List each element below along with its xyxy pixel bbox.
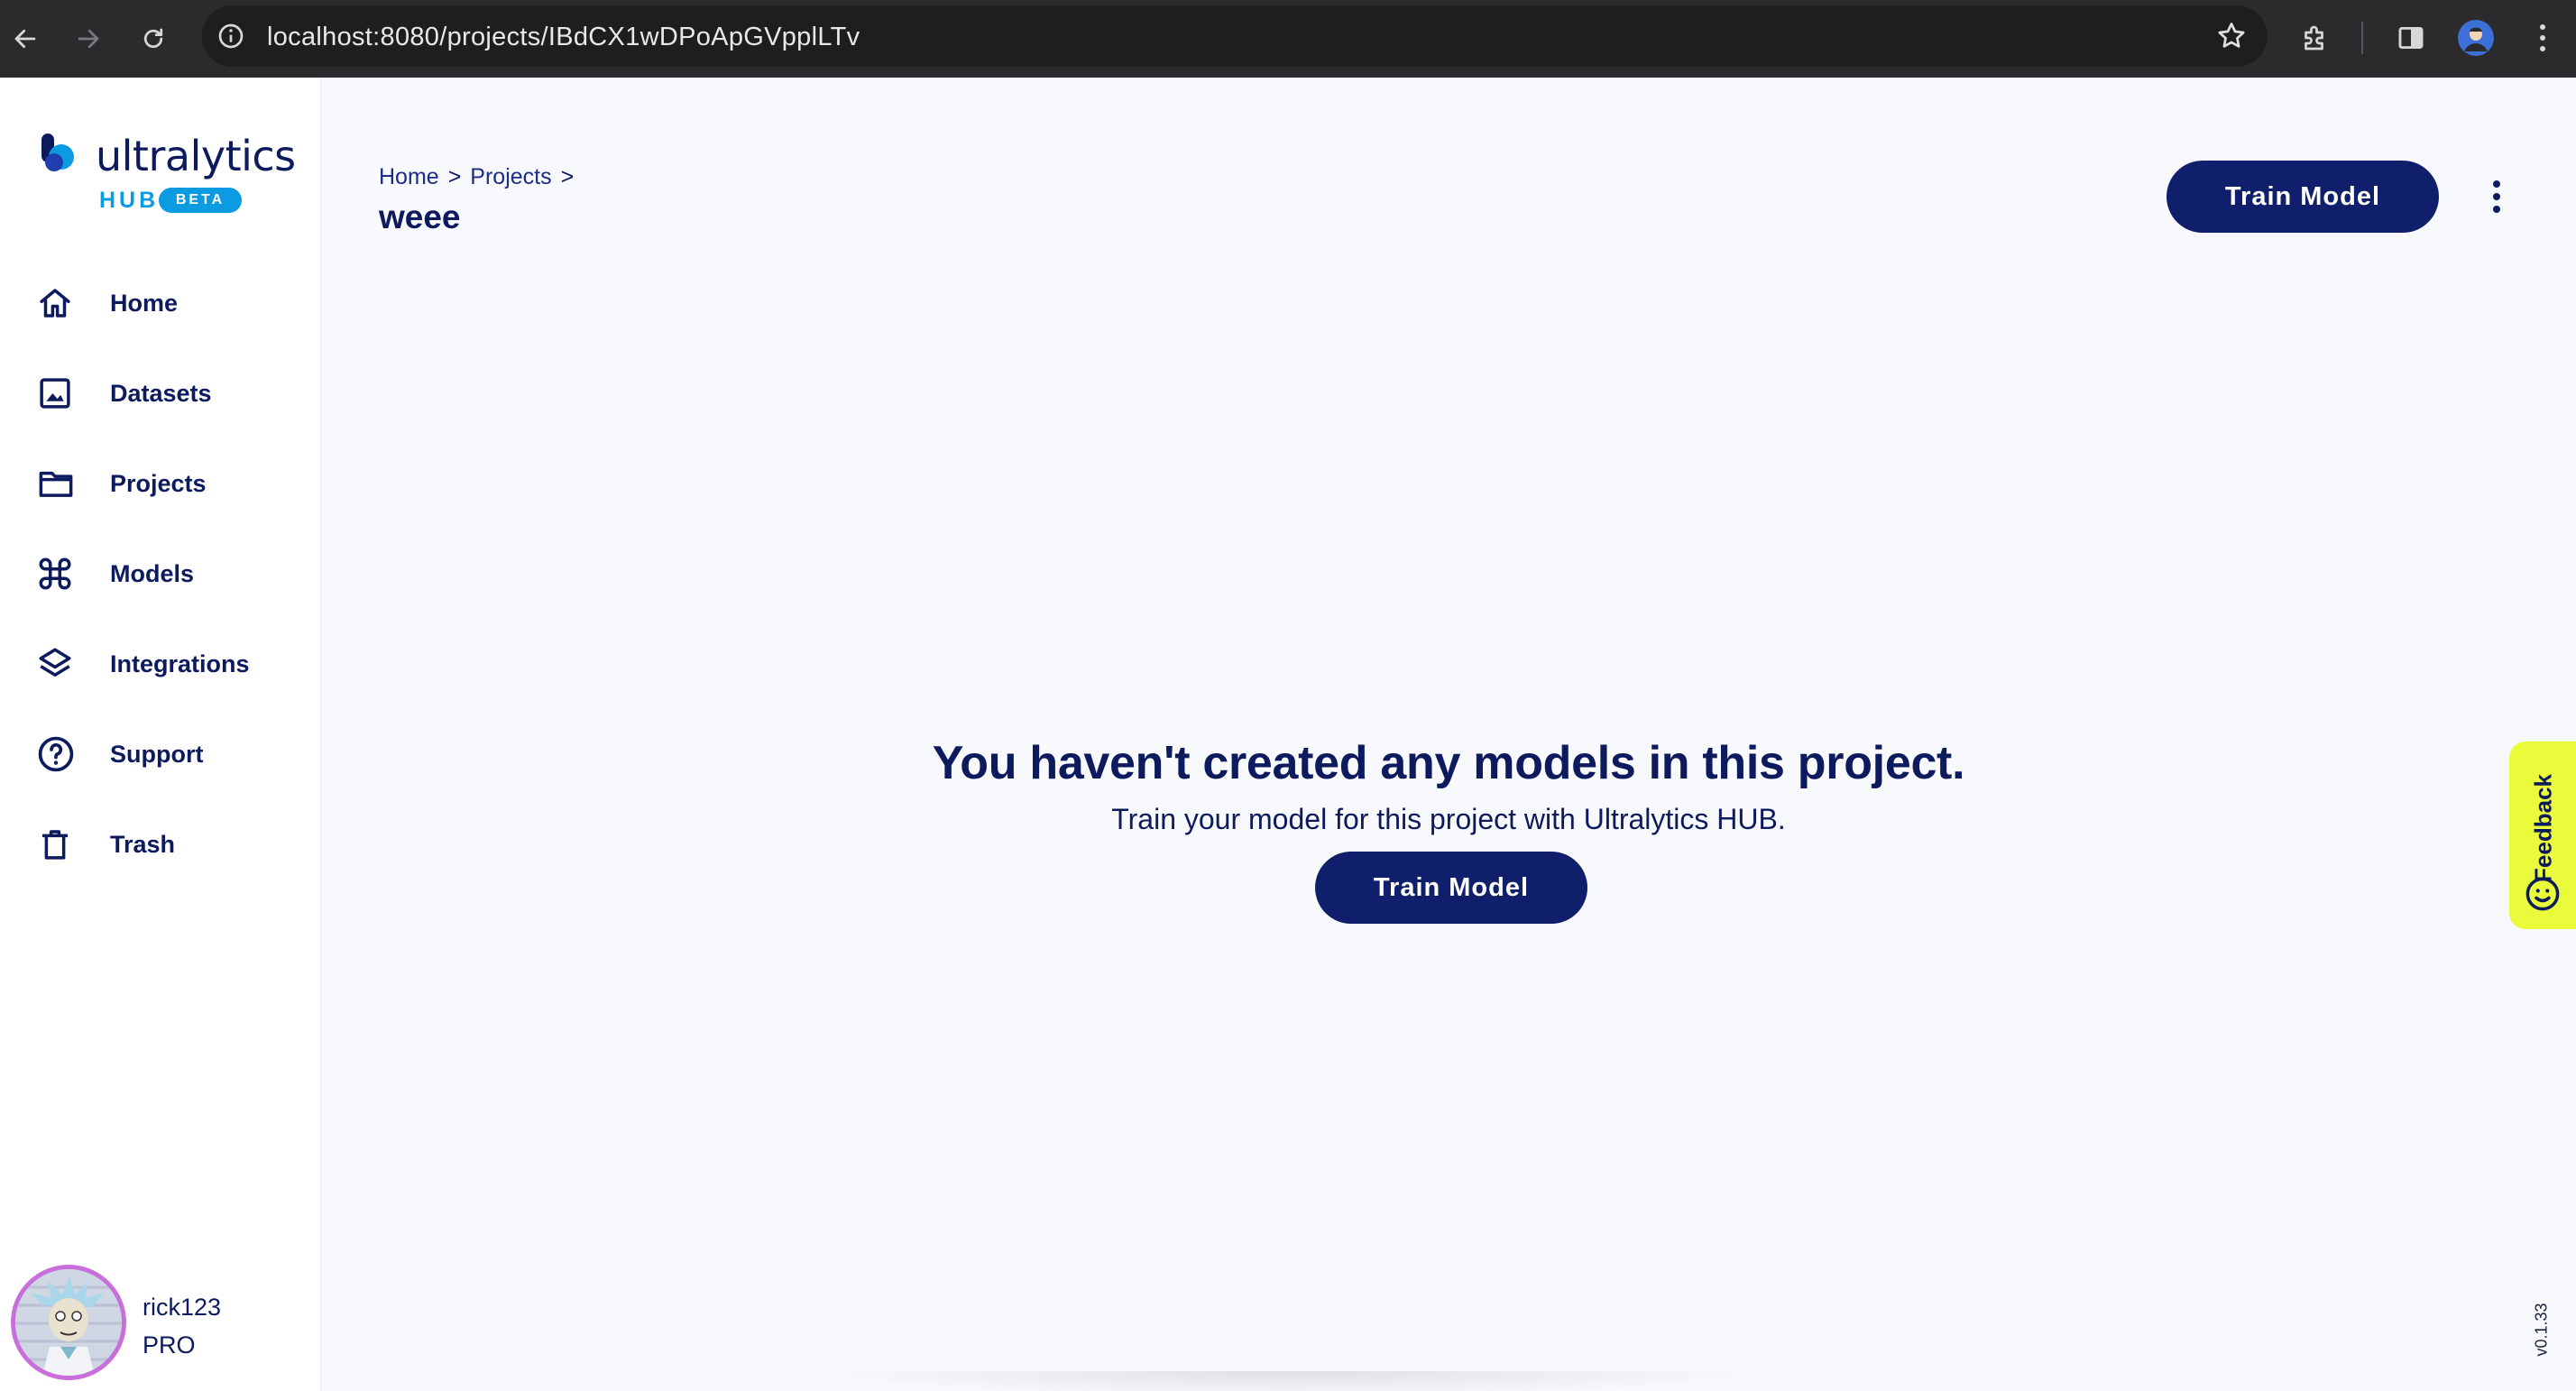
empty-state-subtitle: Train your model for this project with U…: [1111, 803, 1786, 835]
ultralytics-hub-logo[interactable]: ultralytics HUB BETA: [40, 130, 296, 213]
breadcrumb-separator: >: [560, 164, 575, 189]
url-text[interactable]: localhost:8080/projects/IBdCX1wDPoApGVpp…: [267, 23, 860, 52]
app-version: v0.1.33: [2532, 1303, 2551, 1357]
ultralytics-logo-icon: [41, 134, 74, 171]
reload-icon[interactable]: [132, 17, 175, 60]
sidebar-item-models[interactable]: Models: [36, 541, 307, 606]
sidebar-item-label: Models: [110, 559, 195, 587]
toolbar-divider: [2361, 22, 2363, 54]
sidebar-item-projects[interactable]: Projects: [36, 451, 307, 516]
page-title: weee: [379, 198, 461, 235]
breadcrumb: Home > Projects >: [379, 164, 574, 190]
breadcrumb-separator: >: [447, 164, 462, 189]
breadcrumb-projects[interactable]: Projects: [470, 164, 551, 190]
logo-hub: HUB: [99, 188, 160, 213]
layers-icon: [36, 642, 97, 686]
browser-toolbar: localhost:8080/projects/IBdCX1wDPoApGVpp…: [0, 0, 2576, 78]
command-icon: [36, 552, 97, 595]
feedback-label: Feedback: [2529, 774, 2557, 882]
more-options-icon[interactable]: [2477, 171, 2516, 222]
extensions-icon[interactable]: [2293, 15, 2338, 60]
empty-state-title: You haven't created any models in this p…: [932, 737, 1965, 789]
sidebar-item-label: Projects: [110, 469, 207, 497]
feedback-tab[interactable]: Feedback: [2509, 742, 2576, 929]
avatar[interactable]: [11, 1265, 126, 1380]
user-plan-badge: PRO: [143, 1331, 196, 1359]
sidebar-item-label: Integrations: [110, 649, 250, 677]
bottom-shadow: [812, 1371, 1768, 1391]
sidebar-item-label: Home: [110, 289, 179, 317]
sidebar: ultralytics HUB BETA Home Datasets Proje…: [0, 78, 321, 1391]
empty-state-train-model-button[interactable]: Train Model: [1315, 852, 1587, 924]
folder-icon: [36, 462, 97, 505]
home-icon: [36, 281, 97, 325]
logo-wordmark: ultralytics: [96, 132, 296, 180]
image-icon: [36, 372, 97, 415]
user-name: rick123: [143, 1294, 222, 1321]
browser-menu-icon[interactable]: [2520, 15, 2565, 60]
address-bar[interactable]: localhost:8080/projects/IBdCX1wDPoApGVpp…: [202, 5, 2268, 67]
beta-badge: BETA: [159, 188, 242, 213]
side-panel-icon[interactable]: [2388, 15, 2433, 60]
user-profile[interactable]: rick123 PRO: [7, 1265, 314, 1382]
bookmark-star-icon[interactable]: [2215, 20, 2248, 57]
sidebar-item-label: Datasets: [110, 379, 212, 407]
sidebar-item-integrations[interactable]: Integrations: [36, 631, 307, 696]
sidebar-item-home[interactable]: Home: [36, 271, 307, 336]
profile-avatar-icon[interactable]: [2453, 15, 2498, 60]
forward-icon[interactable]: [67, 17, 110, 60]
train-model-button[interactable]: Train Model: [2167, 161, 2439, 233]
breadcrumb-home[interactable]: Home: [379, 164, 439, 190]
back-icon[interactable]: [4, 17, 47, 60]
sidebar-item-datasets[interactable]: Datasets: [36, 361, 307, 426]
smile-icon: [2524, 875, 2562, 917]
site-info-icon[interactable]: [216, 22, 245, 55]
